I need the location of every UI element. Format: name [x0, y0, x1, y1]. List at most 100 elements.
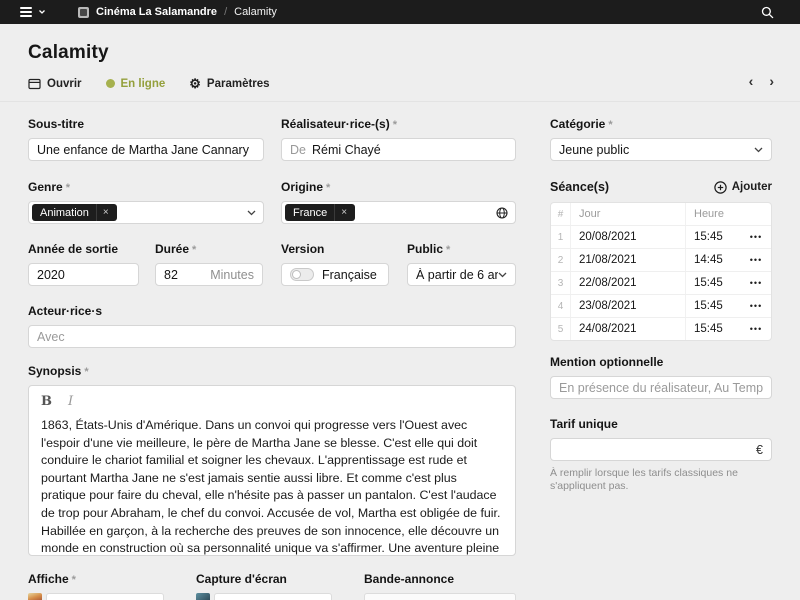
- field-mention: Mention optionnelle En présence du réali…: [550, 355, 772, 399]
- version-label: Version: [281, 242, 324, 256]
- table-row: 524/08/202115:45•••: [551, 317, 771, 340]
- settings-button[interactable]: ⚙ Paramètres: [189, 77, 269, 90]
- actors-placeholder: Avec: [37, 330, 65, 344]
- remove-tag-button[interactable]: ×: [334, 204, 355, 221]
- required-mark: *: [66, 182, 70, 194]
- poster-thumbnail[interactable]: [28, 593, 42, 600]
- seance-time-cell[interactable]: 14:45: [685, 249, 741, 271]
- genre-multiselect[interactable]: Animation ×: [28, 201, 264, 224]
- audience-label: Public: [407, 242, 443, 256]
- row-actions-menu-button[interactable]: •••: [741, 272, 771, 294]
- field-category: Catégorie* Jeune public: [550, 117, 772, 161]
- breadcrumb-page: Calamity: [234, 6, 277, 18]
- chevron-down-icon: [498, 272, 507, 278]
- origin-multiselect[interactable]: France ×: [281, 201, 516, 224]
- site-logo-icon: [78, 7, 89, 18]
- required-mark: *: [72, 574, 76, 586]
- category-select[interactable]: Jeune public: [550, 138, 772, 161]
- seance-date-cell[interactable]: 21/08/2021: [571, 249, 685, 271]
- screenshot-thumbnail[interactable]: [196, 593, 210, 600]
- page-title: Calamity: [28, 42, 109, 64]
- mention-input[interactable]: En présence du réalisateur, Au Tempo...: [550, 376, 772, 399]
- table-row: 120/08/202115:45•••: [551, 225, 771, 248]
- record-pager: ‹ ›: [749, 74, 774, 88]
- row-actions-menu-button[interactable]: •••: [741, 295, 771, 317]
- seance-time-cell[interactable]: 15:45: [685, 226, 741, 248]
- next-record-button[interactable]: ›: [769, 74, 774, 88]
- chevron-down-icon: [38, 8, 46, 16]
- hamburger-icon: [20, 7, 32, 17]
- poster-label: Affiche: [28, 572, 69, 586]
- field-synopsis: Synopsis* B I 1863, États-Unis d'Amériqu…: [28, 364, 516, 556]
- seance-date-cell[interactable]: 23/08/2021: [571, 295, 685, 317]
- online-status[interactable]: En ligne: [106, 78, 166, 90]
- open-in-browser-icon: [28, 78, 41, 90]
- mention-placeholder: En présence du réalisateur, Au Tempo...: [559, 381, 763, 395]
- field-year: Année de sortie 2020: [28, 242, 139, 286]
- breadcrumb-site[interactable]: Cinéma La Salamandre: [96, 6, 217, 18]
- duration-input[interactable]: 82 Minutes: [155, 263, 263, 286]
- row-actions-menu-button[interactable]: •••: [741, 249, 771, 271]
- search-button[interactable]: [761, 6, 774, 19]
- breadcrumb-separator: /: [224, 6, 227, 18]
- price-help-text: À remplir lorsque les tarifs classiques …: [550, 467, 772, 493]
- open-button-label: Ouvrir: [47, 78, 82, 90]
- required-mark: *: [393, 119, 397, 131]
- director-label: Réalisateur·rice-(s): [281, 117, 390, 131]
- poster-upload-field[interactable]: [46, 593, 164, 600]
- open-button[interactable]: Ouvrir: [28, 78, 82, 90]
- field-duration: Durée* 82 Minutes: [155, 242, 263, 286]
- audience-value: À partir de 6 ans: [416, 268, 498, 282]
- actors-label: Acteur·rice·s: [28, 304, 102, 318]
- seances-title: Séance(s): [550, 180, 609, 194]
- seance-time-cell[interactable]: 15:45: [685, 318, 741, 340]
- seance-table-body: 120/08/202115:45•••221/08/202114:45•••32…: [551, 225, 771, 340]
- italic-button[interactable]: I: [68, 394, 73, 409]
- field-director: Réalisateur·rice-(s)* De Rémi Chayé: [281, 117, 516, 161]
- subtitle-input[interactable]: Une enfance de Martha Jane Cannary: [28, 138, 264, 161]
- previous-record-button[interactable]: ‹: [749, 74, 754, 88]
- version-toggle[interactable]: [290, 268, 314, 281]
- row-index: 1: [551, 226, 571, 248]
- field-screenshot: Capture d'écran: [196, 572, 332, 600]
- actors-input[interactable]: Avec: [28, 325, 516, 348]
- category-label: Catégorie: [550, 117, 605, 131]
- price-input[interactable]: €: [550, 438, 772, 461]
- header-toolbar: Ouvrir En ligne ⚙ Paramètres: [28, 77, 270, 90]
- subtitle-value: Une enfance de Martha Jane Cannary: [37, 143, 249, 157]
- field-actors: Acteur·rice·s Avec: [28, 304, 516, 348]
- year-value: 2020: [37, 268, 65, 282]
- currency-symbol: €: [756, 443, 763, 457]
- genre-label: Genre: [28, 180, 63, 194]
- main-menu-button[interactable]: [20, 7, 46, 17]
- field-audience: Public* À partir de 6 ans: [407, 242, 516, 286]
- row-actions-menu-button[interactable]: •••: [741, 318, 771, 340]
- remove-tag-button[interactable]: ×: [96, 204, 117, 221]
- row-actions-menu-button[interactable]: •••: [741, 226, 771, 248]
- seance-time-cell[interactable]: 15:45: [685, 272, 741, 294]
- seance-date-cell[interactable]: 20/08/2021: [571, 226, 685, 248]
- genre-tag: Animation ×: [32, 204, 117, 221]
- bold-button[interactable]: B: [41, 394, 52, 409]
- required-mark: *: [326, 182, 330, 194]
- search-icon: [761, 6, 774, 19]
- screenshot-upload-field[interactable]: [214, 593, 332, 600]
- trailer-input-field[interactable]: [364, 593, 516, 600]
- year-input[interactable]: 2020: [28, 263, 139, 286]
- seance-date-cell[interactable]: 24/08/2021: [571, 318, 685, 340]
- director-input[interactable]: De Rémi Chayé: [281, 138, 516, 161]
- column-header-index: #: [551, 203, 571, 225]
- version-toggle-label: Française: [322, 268, 377, 282]
- origin-tag-label: France: [285, 207, 334, 219]
- audience-select[interactable]: À partir de 6 ans: [407, 263, 516, 286]
- add-seance-button[interactable]: Ajouter: [714, 181, 772, 194]
- seance-date-cell[interactable]: 22/08/2021: [571, 272, 685, 294]
- synopsis-editor[interactable]: B I 1863, États-Unis d'Amérique. Dans un…: [28, 385, 516, 556]
- settings-button-label: Paramètres: [207, 78, 270, 90]
- synopsis-text[interactable]: 1863, États-Unis d'Amérique. Dans un con…: [29, 413, 515, 556]
- gear-icon: ⚙: [189, 77, 201, 90]
- plus-circle-icon: [714, 181, 727, 194]
- seance-time-cell[interactable]: 15:45: [685, 295, 741, 317]
- globe-icon: [496, 207, 508, 219]
- topbar: Cinéma La Salamandre / Calamity: [0, 0, 800, 24]
